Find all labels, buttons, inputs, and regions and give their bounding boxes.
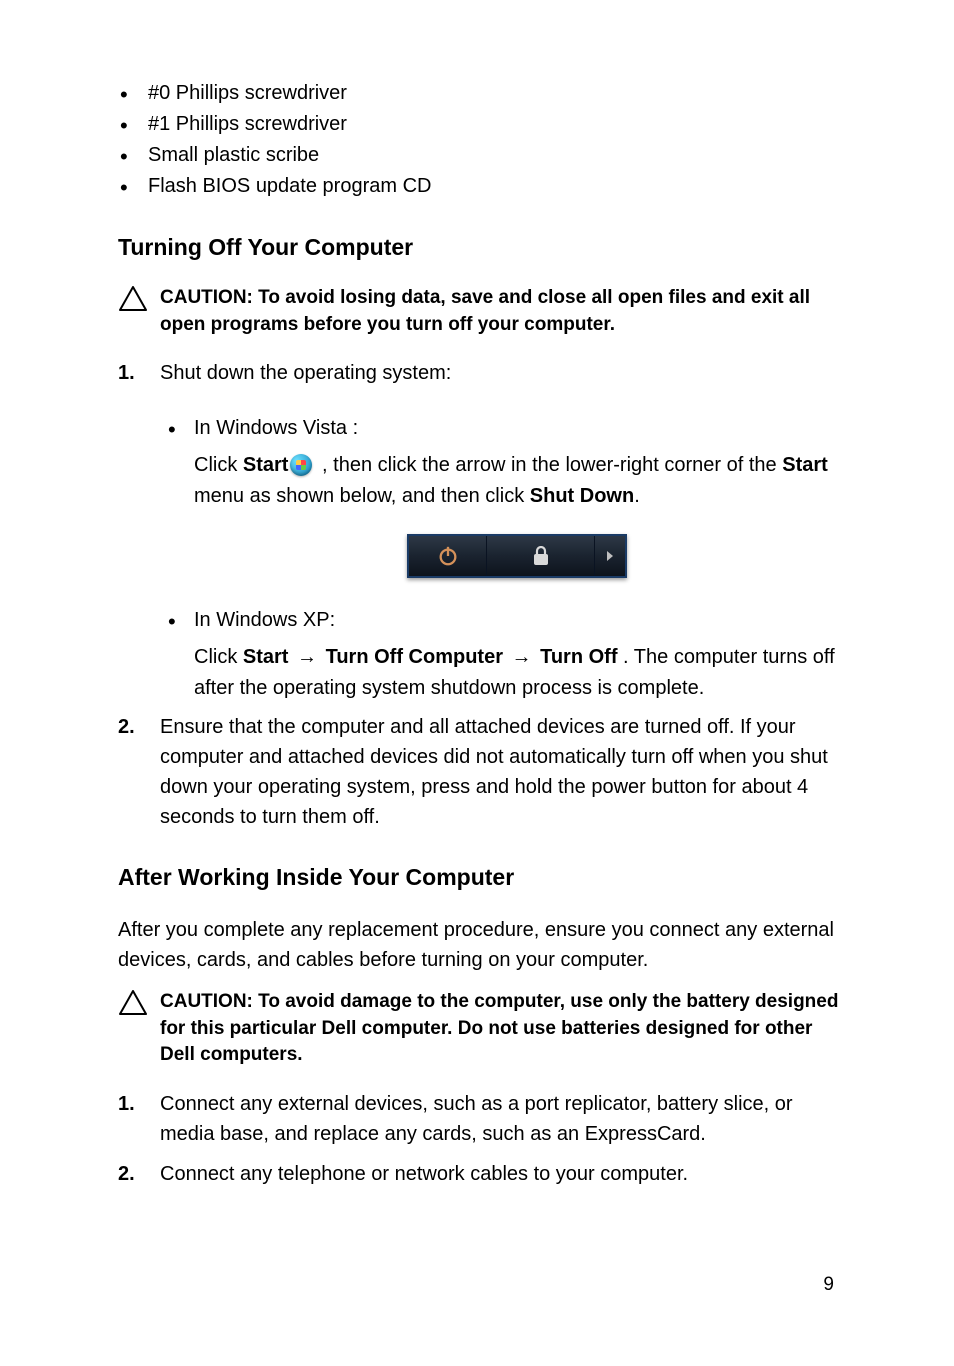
step: 1. Shut down the operating system: In Wi… [118,358,840,704]
caution-icon [118,989,148,1017]
vista-arrow-segment [595,536,625,576]
os-options: In Windows Vista : Click Start , then cl… [160,412,840,704]
turnoff-computer-word: Turn Off Computer [326,646,503,668]
step-text: Connect any external devices, such as a … [160,1093,793,1145]
text-fragment: menu as shown below, and then click [194,485,530,507]
tools-list: #0 Phillips screwdriver #1 Phillips scre… [118,78,840,202]
start-orb-icon [290,454,312,476]
text-fragment: , then click the arrow in the lower-righ… [316,454,782,476]
step: 2. Connect any telephone or network cabl… [118,1159,840,1189]
after-steps: 1. Connect any external devices, such as… [118,1089,840,1189]
os-label: In Windows Vista : [194,417,358,439]
step: 2. Ensure that the computer and all atta… [118,712,840,832]
list-item: #1 Phillips screwdriver [148,109,840,140]
arrow-separator: → [506,646,537,668]
heading-after-working: After Working Inside Your Computer [118,864,840,891]
shutdown-word: Shut Down [530,485,634,507]
arrow-right-icon [605,550,615,562]
list-item: Flash BIOS update program CD [148,171,840,202]
step-text: Connect any telephone or network cables … [160,1163,688,1185]
os-label: In Windows XP: [194,609,335,631]
vista-lock-segment [487,536,595,576]
shutdown-steps: 1. Shut down the operating system: In Wi… [118,358,840,832]
caution-block: CAUTION: To avoid damage to the computer… [118,989,840,1069]
list-item: Small plastic scribe [148,140,840,171]
vista-shutdown-image [194,534,840,578]
os-xp: In Windows XP: Click Start → Turn Off Co… [194,604,840,704]
step-text: Ensure that the computer and all attache… [160,716,828,828]
step-number: 1. [118,358,135,388]
page-number: 9 [823,1274,834,1296]
vista-bar [407,534,627,578]
caution-text: CAUTION: To avoid losing data, save and … [160,285,840,338]
os-vista: In Windows Vista : Click Start , then cl… [194,412,840,578]
caution-text: CAUTION: To avoid damage to the computer… [160,989,840,1069]
power-icon [437,545,459,567]
xp-instructions: Click Start → Turn Off Computer → Turn O… [194,642,840,704]
vista-power-segment [409,536,487,576]
list-item: #0 Phillips screwdriver [148,78,840,109]
text-fragment: Click [194,646,243,668]
caution-block: CAUTION: To avoid losing data, save and … [118,285,840,338]
lock-icon [532,546,550,566]
turnoff-word: Turn Off [540,646,617,668]
text-fragment: . [634,485,640,507]
step-number: 2. [118,712,135,742]
caution-icon [118,285,148,313]
intro-paragraph: After you complete any replacement proce… [118,915,840,975]
arrow-separator: → [291,646,322,668]
heading-turning-off: Turning Off Your Computer [118,234,840,261]
step-number: 1. [118,1089,135,1119]
start-word: Start [782,454,828,476]
step: 1. Connect any external devices, such as… [118,1089,840,1149]
start-word: Start [243,454,289,476]
vista-instructions: Click Start , then click the arrow in th… [194,450,840,512]
start-word: Start [243,646,289,668]
step-number: 2. [118,1159,135,1189]
text-fragment: Click [194,454,243,476]
step-text: Shut down the operating system: [160,362,451,384]
